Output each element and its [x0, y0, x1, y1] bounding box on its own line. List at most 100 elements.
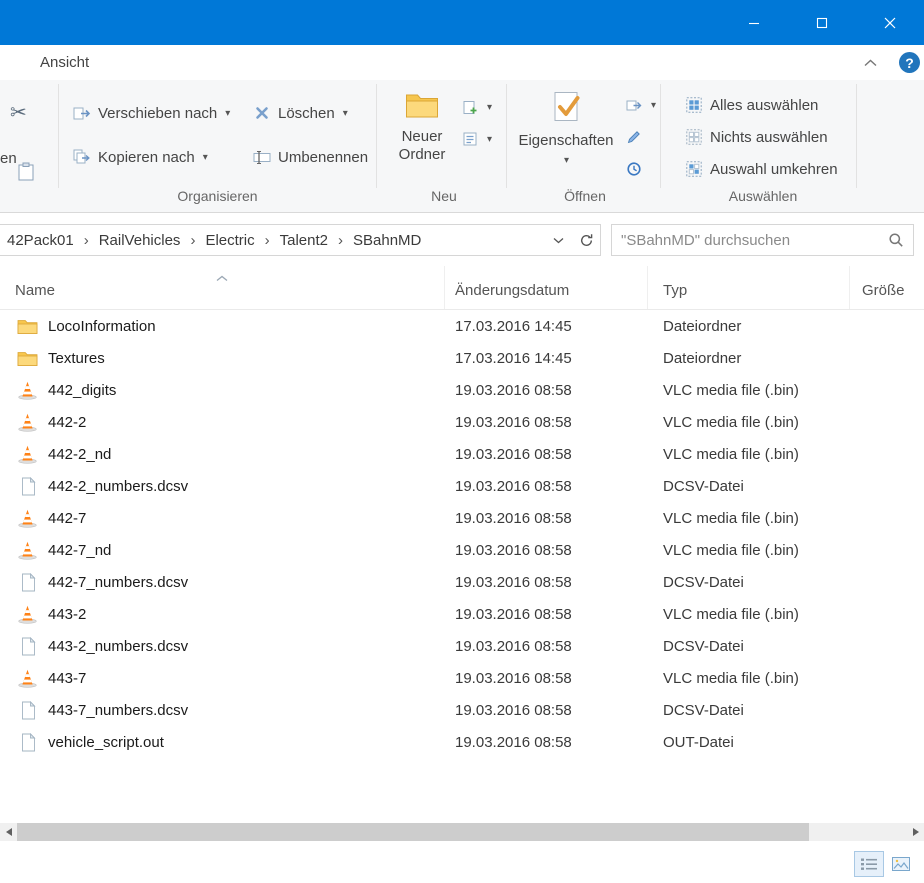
table-row[interactable]: LocoInformation 17.03.2016 14:45 Dateior… — [0, 310, 924, 342]
details-view-button[interactable] — [854, 851, 884, 877]
dropdown-arrow-icon: ▾ — [487, 102, 492, 113]
file-name: 443-2_numbers.dcsv — [48, 638, 188, 655]
select-all-icon — [684, 97, 703, 113]
type-cell: VLC media file (.bin) — [648, 414, 850, 431]
group-label-select: Auswählen — [664, 188, 862, 204]
delete-button[interactable]: Löschen ▾ — [246, 98, 354, 128]
type-cell: DCSV-Datei — [648, 478, 850, 495]
new-folder-button[interactable]: Neuer Ordner — [390, 84, 454, 163]
history-button[interactable] — [621, 154, 646, 184]
new-item-button[interactable]: ▾ — [457, 92, 495, 122]
horizontal-scrollbar[interactable] — [0, 823, 924, 841]
open-button[interactable]: ▾ — [621, 90, 659, 120]
name-cell: 443-7 — [0, 669, 445, 688]
refresh-button[interactable] — [572, 225, 600, 255]
vlc-icon — [17, 605, 38, 624]
rename-button[interactable]: Umbenennen — [246, 142, 374, 172]
table-row[interactable]: 442-7_numbers.dcsv 19.03.2016 08:58 DCSV… — [0, 566, 924, 598]
select-none-button[interactable]: Nichts auswählen — [678, 122, 834, 152]
type-cell: VLC media file (.bin) — [648, 510, 850, 527]
table-row[interactable]: 442_digits 19.03.2016 08:58 VLC media fi… — [0, 374, 924, 406]
breadcrumb-item[interactable]: Talent2 — [275, 225, 333, 255]
tab-ansicht[interactable]: Ansicht — [24, 45, 105, 80]
type-cell: DCSV-Datei — [648, 702, 850, 719]
scrollbar-track[interactable] — [17, 823, 907, 841]
table-row[interactable]: 442-2_nd 19.03.2016 08:58 VLC media file… — [0, 438, 924, 470]
move-to-label: Verschieben nach — [98, 105, 217, 122]
search-input[interactable] — [612, 232, 879, 249]
edit-button[interactable] — [621, 122, 646, 152]
move-to-button[interactable]: Verschieben nach ▾ — [66, 98, 236, 128]
file-name: 442-2 — [48, 414, 86, 431]
copy-to-icon — [72, 149, 91, 165]
file-name: LocoInformation — [48, 318, 156, 335]
ribbon-collapse-button[interactable] — [857, 50, 883, 76]
new-folder-label: Neuer Ordner — [390, 128, 454, 163]
column-header-date[interactable]: Änderungsdatum — [445, 266, 648, 309]
properties-button[interactable]: Eigenschaften ▾ — [518, 84, 614, 166]
status-bar — [0, 841, 924, 883]
scrollbar-thumb[interactable] — [17, 823, 809, 841]
dropdown-arrow-icon: ▾ — [564, 155, 569, 167]
invert-selection-label: Auswahl umkehren — [710, 161, 838, 178]
table-row[interactable]: 443-2 19.03.2016 08:58 VLC media file (.… — [0, 598, 924, 630]
help-button[interactable]: ? — [899, 52, 920, 73]
search-button[interactable] — [879, 225, 913, 255]
file-icon — [17, 573, 38, 592]
group-label-open: Öffnen — [512, 188, 658, 204]
breadcrumb-item[interactable]: SBahnMD — [348, 225, 426, 255]
file-name: 443-2 — [48, 606, 86, 623]
table-row[interactable]: 442-2_numbers.dcsv 19.03.2016 08:58 DCSV… — [0, 470, 924, 502]
help-icon: ? — [905, 55, 914, 71]
breadcrumb-separator-icon[interactable]: › — [260, 232, 275, 249]
breadcrumb-separator-icon[interactable]: › — [185, 232, 200, 249]
address-dropdown-button[interactable] — [544, 225, 572, 255]
edit-pencil-icon — [624, 129, 643, 145]
select-all-button[interactable]: Alles auswählen — [678, 90, 824, 120]
close-icon — [884, 17, 896, 29]
table-row[interactable]: Textures 17.03.2016 14:45 Dateiordner — [0, 342, 924, 374]
table-row[interactable]: 442-7_nd 19.03.2016 08:58 VLC media file… — [0, 534, 924, 566]
invert-selection-icon — [684, 161, 703, 177]
breadcrumb-item[interactable]: 42Pack01 — [2, 225, 79, 255]
copy-to-label: Kopieren nach — [98, 149, 195, 166]
ribbon-separator — [58, 84, 59, 188]
chevron-up-icon — [864, 59, 877, 67]
scroll-left-button[interactable] — [0, 823, 17, 841]
table-row[interactable]: 443-7 19.03.2016 08:58 VLC media file (.… — [0, 662, 924, 694]
breadcrumb-separator-icon[interactable]: › — [333, 232, 348, 249]
thumbnails-view-button[interactable] — [886, 851, 916, 877]
breadcrumb-separator-icon[interactable]: › — [79, 232, 94, 249]
cut-button[interactable]: ✂ — [10, 100, 27, 125]
name-cell: 443-2 — [0, 605, 445, 624]
table-row[interactable]: 443-7_numbers.dcsv 19.03.2016 08:58 DCSV… — [0, 694, 924, 726]
invert-selection-button[interactable]: Auswahl umkehren — [678, 154, 844, 184]
file-name: vehicle_script.out — [48, 734, 164, 751]
table-row[interactable]: 442-2 19.03.2016 08:58 VLC media file (.… — [0, 406, 924, 438]
date-cell: 19.03.2016 08:58 — [445, 478, 648, 495]
date-cell: 19.03.2016 08:58 — [445, 542, 648, 559]
breadcrumb-item[interactable]: Electric — [200, 225, 259, 255]
address-bar[interactable]: 42Pack01 › RailVehicles › Electric › Tal… — [0, 224, 601, 256]
ribbon-separator — [660, 84, 661, 188]
column-header-type[interactable]: Typ — [648, 266, 850, 309]
maximize-button[interactable] — [788, 0, 856, 45]
copy-to-button[interactable]: Kopieren nach ▾ — [66, 142, 214, 172]
rename-icon — [252, 150, 271, 165]
paste-icon[interactable] — [18, 162, 34, 186]
vlc-icon — [17, 445, 38, 464]
easy-access-button[interactable]: ▾ — [457, 124, 495, 154]
history-icon — [624, 161, 643, 177]
scroll-right-button[interactable] — [907, 823, 924, 841]
minimize-button[interactable] — [720, 0, 788, 45]
table-row[interactable]: vehicle_script.out 19.03.2016 08:58 OUT-… — [0, 726, 924, 758]
table-row[interactable]: 442-7 19.03.2016 08:58 VLC media file (.… — [0, 502, 924, 534]
breadcrumb-item[interactable]: RailVehicles — [94, 225, 186, 255]
type-cell: VLC media file (.bin) — [648, 446, 850, 463]
date-cell: 19.03.2016 08:58 — [445, 446, 648, 463]
file-icon — [17, 701, 38, 720]
table-row[interactable]: 443-2_numbers.dcsv 19.03.2016 08:58 DCSV… — [0, 630, 924, 662]
file-name: 442-2_numbers.dcsv — [48, 478, 188, 495]
column-header-size[interactable]: Größe — [850, 266, 924, 309]
close-button[interactable] — [856, 0, 924, 45]
